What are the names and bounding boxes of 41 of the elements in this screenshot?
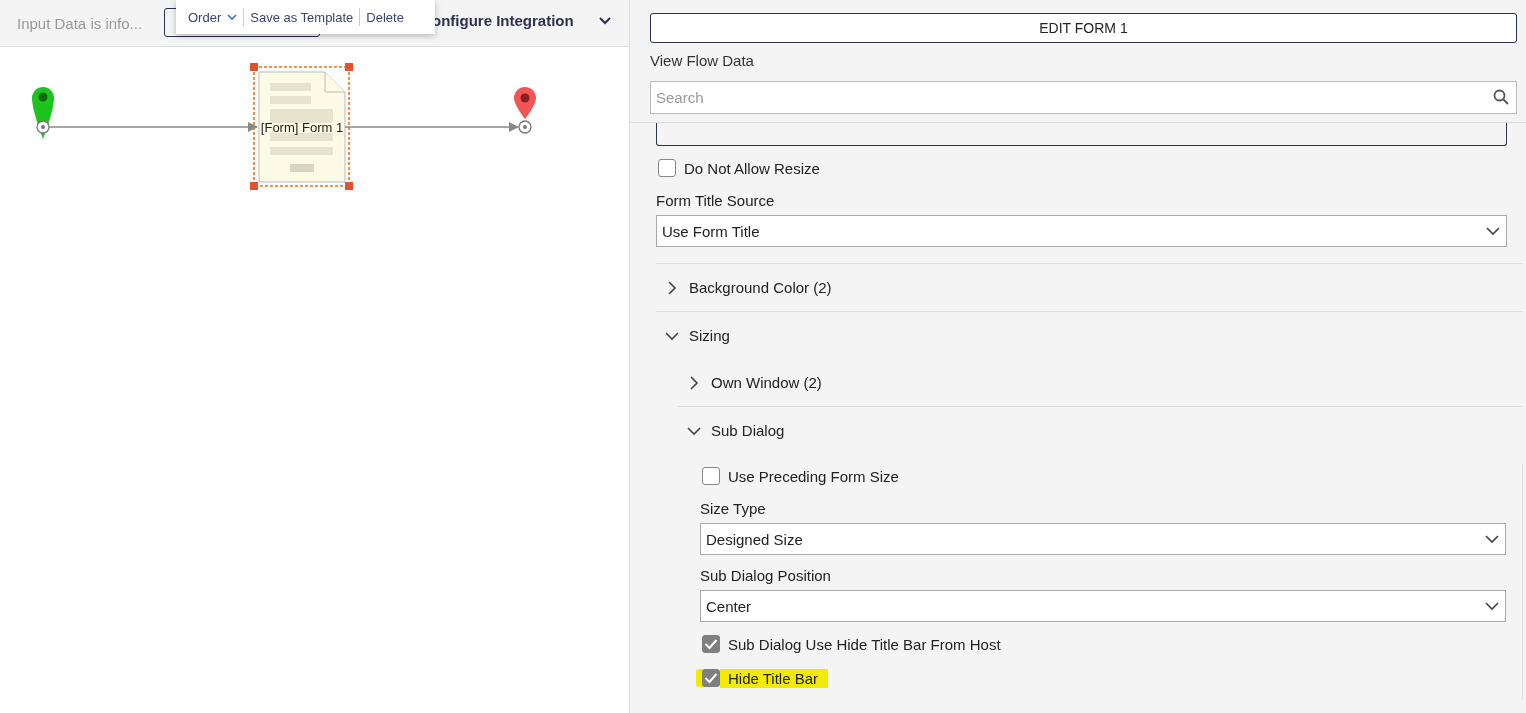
chevron-right-icon <box>665 280 679 295</box>
dropdown-field[interactable]: Center <box>700 590 1506 622</box>
end-pin-icon[interactable] <box>514 87 536 134</box>
search-icon <box>1493 89 1509 105</box>
node-label: [Form] Form 1 <box>260 120 344 135</box>
caret-icon <box>227 13 238 21</box>
resize-handle[interactable] <box>345 182 353 190</box>
resize-handle[interactable] <box>250 182 258 190</box>
field-label: Form Title Source <box>656 192 776 209</box>
caret-icon <box>1486 226 1500 236</box>
checkbox-label: Sub Dialog Use Hide Title Bar From Host <box>728 634 1001 654</box>
checkbox[interactable] <box>702 467 720 485</box>
caret-icon <box>1485 601 1499 611</box>
resize-handle[interactable] <box>250 63 258 71</box>
resize-handle[interactable] <box>345 63 353 71</box>
chevron-right-icon <box>687 375 701 390</box>
section-header[interactable]: Background Color (2) <box>656 264 1523 311</box>
menu-item[interactable]: Delete <box>364 9 406 25</box>
search-field[interactable]: Search <box>650 81 1517 114</box>
dropdown-field[interactable]: Use Form Title <box>656 215 1507 247</box>
checkbox[interactable] <box>658 159 676 177</box>
dropdown-field[interactable]: Designed Size <box>700 523 1506 555</box>
checkbox-label: Do Not Allow Resize <box>684 158 820 178</box>
section-header[interactable]: Own Window (2) <box>678 359 1523 406</box>
field-label: Sub Dialog Position <box>700 567 832 584</box>
checkbox-label: Use Preceding Form Size <box>728 466 899 486</box>
section-header[interactable]: Sub Dialog <box>678 407 1523 454</box>
status-text: Input Data is info... <box>17 14 143 32</box>
section-header[interactable]: Sizing <box>656 312 1523 359</box>
caret-icon <box>599 17 611 25</box>
field-label: Size Type <box>700 500 767 517</box>
checkbox[interactable] <box>702 635 720 653</box>
form-node[interactable]: [Form] Form 1 <box>258 71 346 183</box>
menu-item[interactable]: Save as Template <box>248 9 356 25</box>
view-flow-data-link[interactable]: View Flow Data <box>650 52 754 69</box>
checkbox-label: Hide Title Bar <box>720 668 829 688</box>
menu-item[interactable]: Order <box>186 9 240 25</box>
start-pin-icon[interactable] <box>32 87 54 139</box>
edit-form-button[interactable]: EDIT FORM 1 <box>650 13 1517 43</box>
caret-icon <box>1485 534 1499 544</box>
clipped-button[interactable] <box>656 123 1507 146</box>
